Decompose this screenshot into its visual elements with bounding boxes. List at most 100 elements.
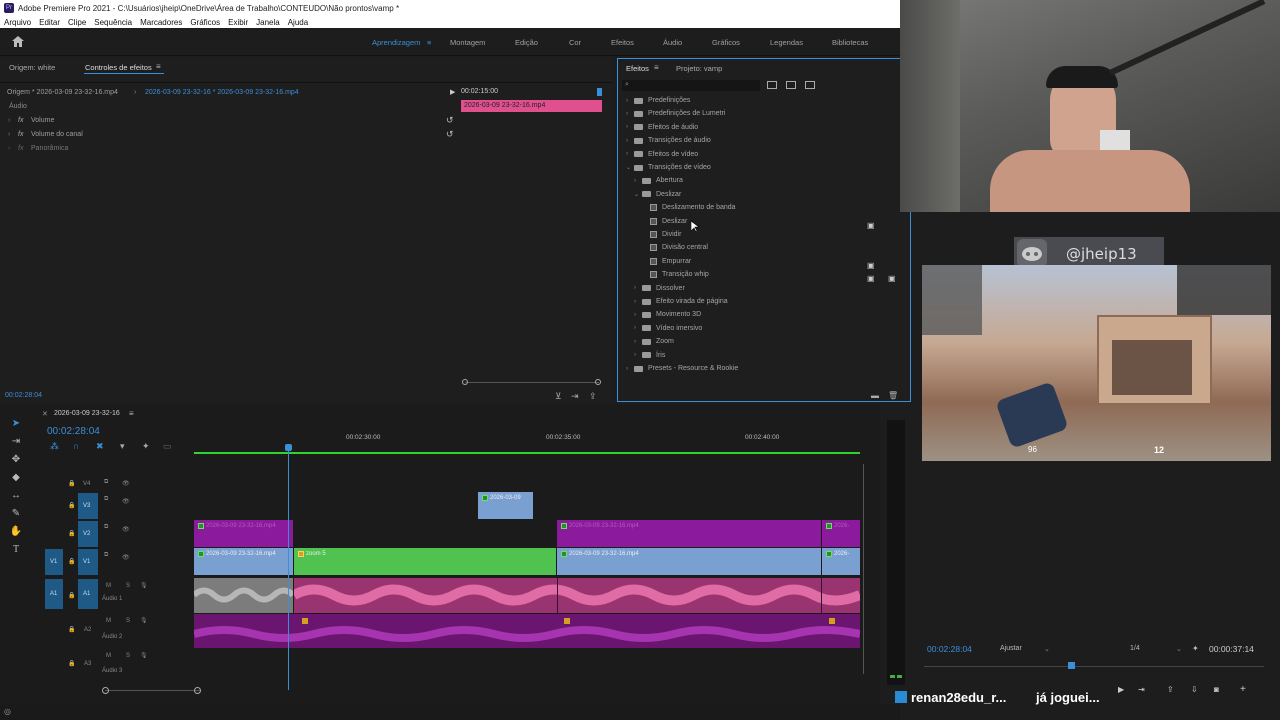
clip-v2[interactable]: 2026-03-09 23-32-16.mp4 — [194, 520, 293, 547]
effects-folder[interactable]: › Abertura — [634, 177, 683, 184]
source-patch-a1[interactable]: A1 — [45, 579, 63, 609]
clip-v2[interactable]: 2026- — [822, 520, 860, 547]
tab-effects[interactable]: Efeitos — [626, 64, 649, 73]
eye-icon[interactable]: 👁 — [122, 480, 130, 487]
sync-lock-icon[interactable]: ⧉ — [104, 496, 108, 503]
workspace-tab[interactable]: Cor — [569, 38, 581, 47]
scroll-handle-left[interactable] — [102, 687, 109, 694]
lock-icon[interactable]: 🔒 — [68, 626, 75, 633]
program-timecode[interactable]: 00:02:28:04 — [927, 644, 972, 654]
source-clip-label[interactable]: Origem * 2026-03-09 23-32-16.mp4 — [7, 89, 118, 96]
workspace-tab[interactable]: Aprendizagem — [372, 38, 420, 47]
eye-icon[interactable]: 👁 — [122, 526, 130, 533]
sequence-tab[interactable]: 2026-03-09 23-32-16 — [54, 410, 120, 417]
captions-icon[interactable]: ▭ — [163, 441, 172, 452]
menu-item[interactable]: Marcadores — [136, 18, 186, 27]
vertical-scrollbar[interactable] — [863, 464, 864, 674]
extract-icon[interactable]: ⇩ — [1191, 685, 1198, 694]
menu-item[interactable]: Janela — [252, 18, 284, 27]
zoom-handle-right[interactable] — [595, 379, 601, 385]
panel-menu-icon[interactable]: ≡ — [654, 63, 659, 72]
audio-clip-a2[interactable] — [194, 614, 860, 648]
time-ruler[interactable]: 00:02:30:00 00:02:35:00 00:02:40:00 — [194, 434, 860, 454]
effects-folder[interactable]: › Zoom — [634, 338, 674, 345]
effects-folder[interactable]: › Presets - Resource & Rookie — [626, 365, 738, 372]
tab-source[interactable]: Origem: white — [9, 63, 55, 72]
camera-icon[interactable]: ◙ — [1214, 685, 1219, 694]
razor-tool-icon[interactable]: ◆ — [9, 472, 23, 486]
track-target-v1[interactable]: V1 — [78, 549, 98, 575]
lock-icon[interactable]: 🔒 — [68, 530, 75, 537]
effect-item[interactable]: Deslizamento de banda — [642, 204, 736, 212]
close-icon[interactable]: ✕ — [42, 410, 48, 418]
workspace-tab[interactable]: Legendas — [770, 38, 803, 47]
clip-v1[interactable]: 2026-03-09 23-32-16.mp4 — [557, 548, 821, 575]
ec-playhead[interactable] — [597, 88, 602, 96]
microphone-icon[interactable]: 🎙 — [140, 652, 148, 659]
track-button[interactable]: M — [106, 583, 111, 589]
workspace-menu-icon[interactable]: ≡ — [427, 38, 431, 47]
program-monitor-view[interactable]: 12 96 — [922, 265, 1271, 461]
scrub-playhead[interactable] — [1068, 662, 1075, 669]
lock-icon[interactable]: 🔒 — [68, 592, 75, 599]
effects-folder[interactable]: › Predefinições de Lumetri — [626, 110, 725, 117]
tab-project[interactable]: Projeto: vamp — [676, 64, 722, 73]
reset-icon[interactable]: ↺ — [446, 115, 454, 126]
lock-icon[interactable]: 🔒 — [68, 502, 75, 509]
menu-item[interactable]: Exibir — [224, 18, 252, 27]
microphone-icon[interactable]: 🎙 — [140, 582, 148, 589]
go-to-out-icon[interactable]: ⇥ — [1138, 685, 1145, 694]
effects-folder[interactable]: › Transições de áudio — [626, 137, 711, 144]
track-button[interactable]: M — [106, 653, 111, 659]
workspace-tab[interactable]: Edição — [515, 38, 538, 47]
step-forward-icon[interactable]: ▶ — [1118, 685, 1124, 694]
effect-item[interactable]: Divisão central — [642, 244, 708, 252]
ec-zoom-bar[interactable] — [465, 382, 599, 383]
trash-icon[interactable]: 🗑 — [888, 391, 898, 400]
ripple-edit-tool-icon[interactable]: ✥ — [9, 454, 23, 468]
reset-icon[interactable]: ↺ — [446, 129, 454, 140]
ec-timecode[interactable]: 00:02:28:04 — [5, 392, 42, 399]
accelerated-effects-icon[interactable] — [767, 81, 777, 89]
add-button-icon[interactable]: + — [1240, 684, 1246, 695]
workspace-tab[interactable]: Gráficos — [712, 38, 740, 47]
effect-item[interactable]: Dividir — [642, 231, 681, 238]
track-button[interactable]: S — [126, 653, 130, 659]
clip-v1[interactable]: 2026-03-09 23-32-16.mp4 — [194, 548, 293, 575]
audio-clip-a1[interactable] — [294, 578, 860, 613]
effects-folder[interactable]: ⌄ Transições de vídeo — [626, 164, 711, 171]
menu-item[interactable]: Ajuda — [284, 18, 312, 27]
clip-v1[interactable]: 2026- — [822, 548, 860, 575]
eye-icon[interactable]: 👁 — [122, 498, 130, 505]
clip-v3[interactable]: 2026-03-09 — [478, 492, 533, 519]
track-button[interactable]: S — [126, 618, 130, 624]
effects-folder[interactable]: › Efeitos de vídeo — [626, 151, 698, 158]
track-target-v2[interactable]: V2 — [78, 521, 98, 547]
menu-item[interactable]: Arquivo — [0, 18, 35, 27]
clip-v2[interactable]: 2026-03-09 23-32-16.mp4 — [557, 520, 821, 547]
effects-folder[interactable]: ⌄ Deslizar — [634, 191, 681, 198]
track-target-a1[interactable]: A1 — [78, 579, 98, 609]
effects-folder[interactable]: › Movimento 3D — [634, 311, 701, 318]
effects-search-input[interactable]: ⌕ — [622, 80, 760, 91]
tab-effect-controls[interactable]: Controles de efeitos — [85, 63, 152, 72]
export-icon[interactable]: ⇥ — [571, 391, 579, 402]
effect-item[interactable]: Empurrar — [642, 257, 691, 265]
effect-item[interactable]: Deslizar — [642, 217, 687, 225]
sync-lock-icon[interactable]: ⧉ — [104, 524, 108, 531]
sync-lock-icon[interactable]: ⧉ — [104, 552, 108, 559]
effect-item[interactable]: Transição whip — [642, 271, 709, 279]
new-bin-icon[interactable]: ▬ — [871, 391, 879, 400]
slip-tool-icon[interactable]: ↔ — [9, 490, 23, 504]
pen-tool-icon[interactable]: ✎ — [9, 508, 23, 522]
eye-icon[interactable]: 👁 — [122, 554, 130, 561]
hand-tool-icon[interactable]: ✋ — [9, 526, 23, 540]
32bit-effects-icon[interactable] — [786, 81, 796, 89]
panel-menu-icon[interactable]: ≡ — [129, 409, 134, 418]
clip-adjustment[interactable]: zoom 5 — [294, 548, 556, 575]
zoom-handle-left[interactable] — [462, 379, 468, 385]
workspace-tab[interactable]: Bibliotecas — [832, 38, 868, 47]
panel-menu-icon[interactable]: ≡ — [156, 62, 161, 71]
lock-icon[interactable]: 🔒 — [68, 660, 75, 667]
sequence-clip-label[interactable]: 2026-03-09 23-32-16 * 2026-03-09 23-32-1… — [145, 89, 299, 96]
